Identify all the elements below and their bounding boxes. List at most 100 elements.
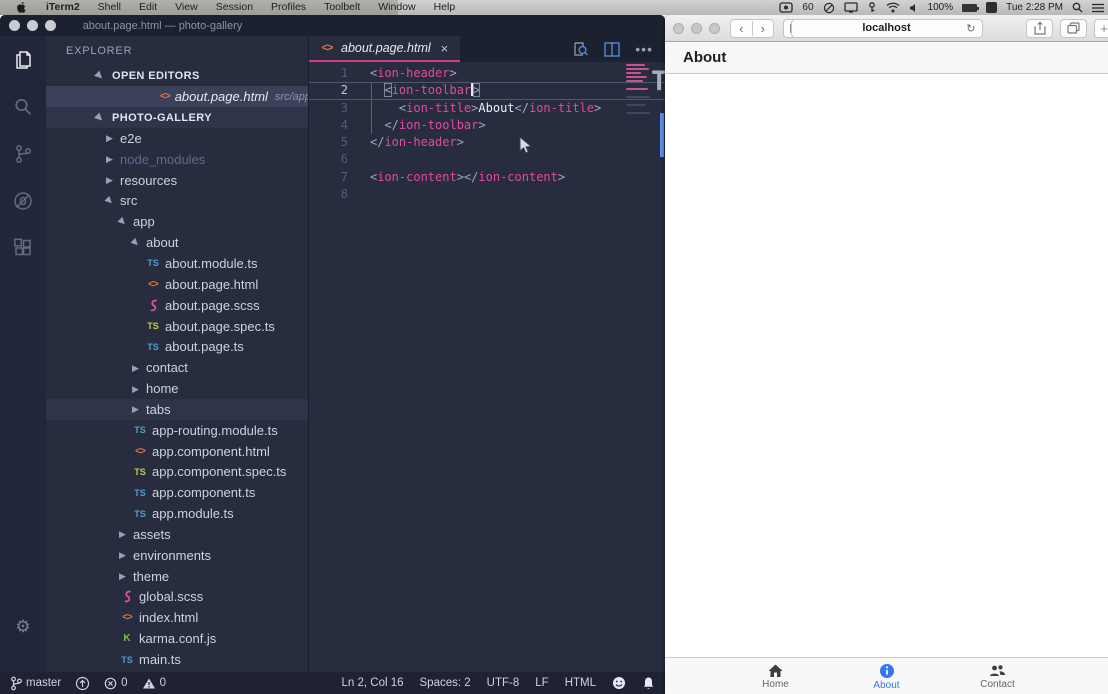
chevron-expanded-icon[interactable]: ▶ [94,111,108,125]
tree-item-app.component.ts[interactable]: TSapp.component.ts [46,482,308,503]
input-source-icon[interactable] [986,2,997,13]
new-tab-button[interactable]: + [1094,19,1108,38]
menu-item-view[interactable]: View [166,0,207,15]
search-icon[interactable] [0,83,46,130]
share-button[interactable] [1026,19,1053,38]
code-editor[interactable]: 1<ion-header>2 <ion-toolbar>3 <ion-title… [309,62,665,672]
tree-item-resources[interactable]: ▶resources [46,170,308,191]
chevron-collapsed-icon[interactable]: ▶ [106,175,116,185]
explorer-icon[interactable] [0,36,46,83]
chevron-collapsed-icon[interactable]: ▶ [119,529,129,539]
tree-item-about.page.ts[interactable]: TSabout.page.ts [46,336,308,357]
zoom-window-button[interactable] [709,23,720,34]
address-bar[interactable]: localhost ↻ [791,19,983,38]
battery-icon[interactable] [962,4,977,12]
app-tab-about[interactable]: About [831,658,942,694]
errors-indicator[interactable]: 0 [104,677,127,690]
menu-item-edit[interactable]: Edit [130,0,166,15]
safari-toolbar[interactable]: ‹ › localhost ↻ + [665,15,1108,42]
tree-item-app[interactable]: ▶app [46,211,308,232]
menu-item-window[interactable]: Window [369,0,424,15]
chevron-collapsed-icon[interactable]: ▶ [119,550,129,560]
code-line-8[interactable]: 8 [309,186,665,203]
volume-icon[interactable] [909,3,919,13]
eol-setting[interactable]: LF [535,677,548,689]
tree-item-tabs[interactable]: ▶tabs [46,399,308,420]
vscode-titlebar[interactable]: about.page.html — photo-gallery [0,15,665,36]
display-icon[interactable] [844,2,858,13]
project-section[interactable]: ▶ PHOTO-GALLERY [46,107,308,128]
debug-icon[interactable] [0,177,46,224]
fps-meter[interactable]: 60 [802,2,813,13]
language-mode[interactable]: HTML [565,677,596,689]
menu-item-help[interactable]: Help [425,0,465,15]
code-line-2[interactable]: 2 <ion-toolbar> [309,82,665,99]
split-editor-icon[interactable] [604,42,620,57]
chevron-expanded-icon[interactable]: ▶ [94,69,108,83]
indentation-setting[interactable]: Spaces: 2 [420,677,471,689]
chevron-expanded-icon[interactable]: ▶ [104,194,118,208]
tab-overview-button[interactable] [1060,19,1087,38]
menu-item-profiles[interactable]: Profiles [262,0,315,15]
tree-item-about.module.ts[interactable]: TSabout.module.ts [46,253,308,274]
tree-item-theme[interactable]: ▶theme [46,566,308,587]
chevron-collapsed-icon[interactable]: ▶ [132,404,142,414]
screen-record-icon[interactable] [779,2,793,13]
publish-icon[interactable] [75,676,90,691]
spotlight-icon[interactable] [1072,2,1083,13]
close-window-button[interactable] [673,23,684,34]
open-preview-icon[interactable] [572,41,589,57]
app-tab-contact[interactable]: Contact [942,658,1053,694]
warnings-indicator[interactable]: 0 [142,677,166,690]
chevron-collapsed-icon[interactable]: ▶ [132,384,142,394]
chevron-collapsed-icon[interactable]: ▶ [106,133,116,143]
tree-item-app-routing.module.ts[interactable]: TSapp-routing.module.ts [46,420,308,441]
open-editor-item[interactable]: <> about.page.html src/app/about [46,86,308,107]
tree-item-contact[interactable]: ▶contact [46,357,308,378]
back-button[interactable]: ‹ [731,21,752,36]
tree-item-app.component.spec.ts[interactable]: TSapp.component.spec.ts [46,462,308,483]
notification-center-icon[interactable] [1092,3,1104,13]
menu-app-name[interactable]: iTerm2 [37,0,89,15]
minimize-window-button[interactable] [691,23,702,34]
notifications-bell-icon[interactable] [642,676,655,690]
tree-item-about.page.spec.ts[interactable]: TSabout.page.spec.ts [46,316,308,337]
git-branch-indicator[interactable]: master [10,676,61,691]
tree-item-environments[interactable]: ▶environments [46,545,308,566]
tree-item-global.scss[interactable]: global.scss [46,587,308,608]
tree-item-e2e[interactable]: ▶e2e [46,128,308,149]
reload-icon[interactable]: ↻ [966,22,975,35]
open-editors-section[interactable]: ▶ OPEN EDITORS [46,65,308,86]
menu-item-toolbelt[interactable]: Toolbelt [315,0,369,15]
code-line-5[interactable]: 5</ion-header> [309,134,665,151]
tree-item-about.page.html[interactable]: <>about.page.html [46,274,308,295]
menu-item-shell[interactable]: Shell [89,0,130,15]
chevron-expanded-icon[interactable]: ▶ [117,215,131,229]
code-line-7[interactable]: 7<ion-content></ion-content> [309,169,665,186]
key-icon[interactable] [867,2,877,13]
tree-item-karma.conf.js[interactable]: Kkarma.conf.js [46,628,308,649]
encoding-setting[interactable]: UTF-8 [487,677,520,689]
forward-button[interactable]: › [752,21,774,36]
settings-gear-icon[interactable]: ⚙ [0,603,46,650]
cursor-position[interactable]: Ln 2, Col 16 [342,677,404,689]
tree-item-assets[interactable]: ▶assets [46,524,308,545]
tree-item-app.module.ts[interactable]: TSapp.module.ts [46,503,308,524]
tab-about-page-html[interactable]: <> about.page.html × [309,36,460,62]
chevron-collapsed-icon[interactable]: ▶ [119,571,129,581]
chevron-expanded-icon[interactable]: ▶ [130,236,144,250]
url-text[interactable]: localhost [862,22,910,34]
tree-item-app.component.html[interactable]: <>app.component.html [46,441,308,462]
code-line-3[interactable]: 3 <ion-title>About</ion-title> [309,100,665,117]
tree-item-about[interactable]: ▶about [46,232,308,253]
tree-item-home[interactable]: ▶home [46,378,308,399]
tree-item-src[interactable]: ▶src [46,191,308,212]
chevron-collapsed-icon[interactable]: ▶ [132,363,142,373]
menu-clock[interactable]: Tue 2:28 PM [1006,2,1063,13]
extensions-icon[interactable] [0,224,46,271]
menu-item-session[interactable]: Session [207,0,262,15]
code-line-1[interactable]: 1<ion-header> [309,65,665,82]
tree-item-about.page.scss[interactable]: about.page.scss [46,295,308,316]
more-actions-icon[interactable]: ••• [635,41,653,57]
app-tab-home[interactable]: Home [720,658,831,694]
